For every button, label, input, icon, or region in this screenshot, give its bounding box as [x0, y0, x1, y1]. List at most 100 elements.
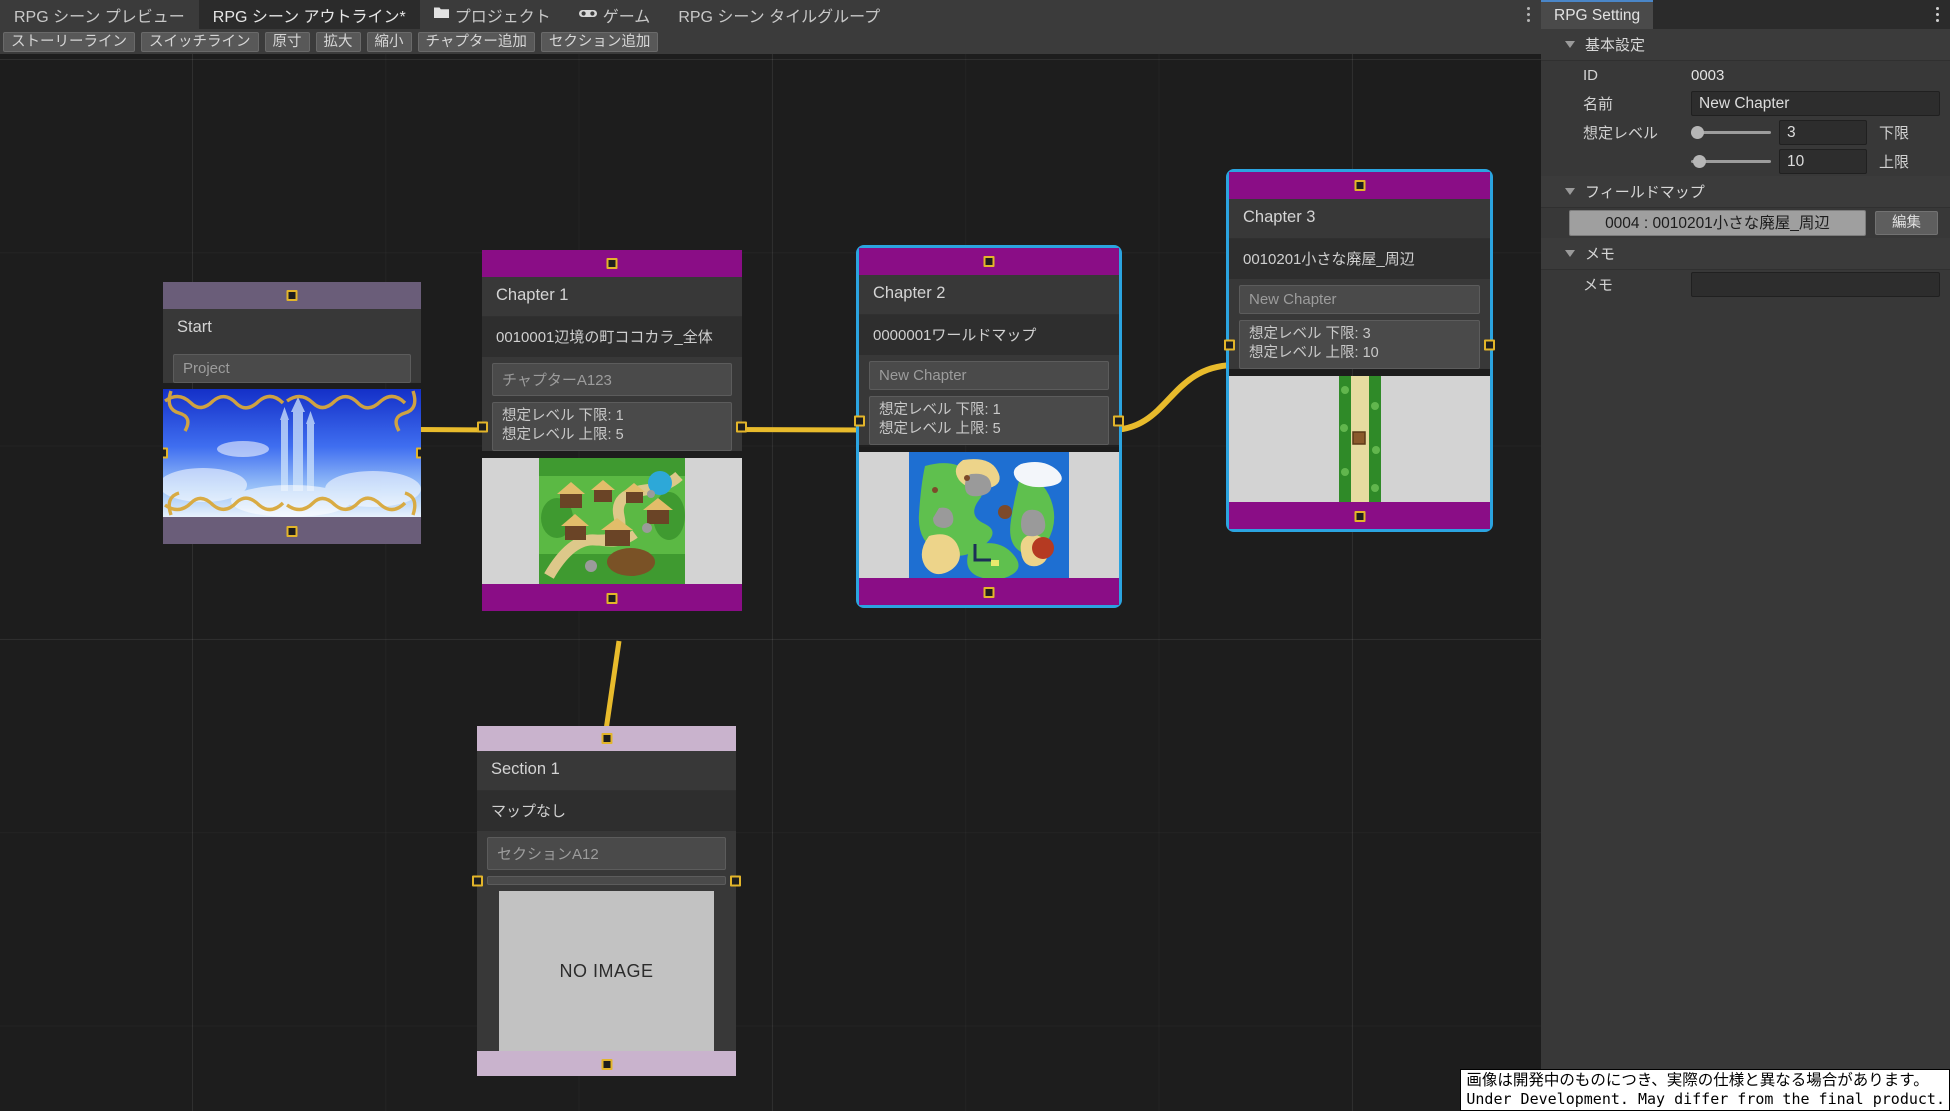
id-label: ID — [1583, 66, 1598, 84]
tabbar-spacer — [894, 0, 1515, 29]
port-bottom[interactable] — [983, 587, 995, 599]
port-right[interactable] — [1484, 339, 1495, 351]
tab-project[interactable]: プロジェクト — [420, 0, 565, 29]
tab-label: RPG シーン タイルグループ — [678, 8, 881, 26]
chevron-down-icon[interactable] — [1565, 41, 1575, 48]
node-chapter-2[interactable]: Chapter 2 0000001ワールドマップ New Chapter 想定レ… — [854, 244, 1124, 609]
chevron-down-icon[interactable] — [1565, 250, 1575, 257]
port-right[interactable] — [736, 421, 747, 433]
section-header-basic-settings[interactable]: 基本設定 — [1541, 29, 1950, 61]
node-section-1-header[interactable] — [477, 726, 736, 751]
port-bottom[interactable] — [601, 1059, 612, 1070]
node-chapter-1[interactable]: Chapter 1 0010001辺境の町ココカラ_全体 チャプターA123 想… — [477, 250, 747, 612]
node-level-upper: 想定レベル 上限: 5 — [879, 421, 1001, 438]
edit-button[interactable]: 編集 — [1875, 211, 1938, 235]
port-left[interactable] — [477, 421, 488, 433]
tab-label: RPG シーン アウトライン* — [212, 8, 406, 26]
port-top[interactable] — [1354, 180, 1365, 191]
node-start-footer[interactable] — [163, 517, 421, 544]
node-preview-image — [482, 458, 742, 585]
node-chapter-3-header[interactable] — [1229, 172, 1490, 199]
node-chapter-2-footer[interactable] — [859, 578, 1119, 606]
notice-line-jp: 画像は開発中のものにつき、実際の仕様と異なる場合があります。 — [1466, 1071, 1929, 1090]
slider-knob[interactable] — [1691, 126, 1704, 139]
storyline-button[interactable]: ストーリーライン — [3, 31, 135, 52]
zoom-in-button[interactable]: 拡大 — [315, 31, 361, 52]
node-chapter-3-footer[interactable] — [1229, 502, 1490, 530]
tab-rpg-scene-preview[interactable]: RPG シーン プレビュー — [0, 0, 199, 29]
memo-input[interactable] — [1691, 272, 1940, 297]
node-preview-image: NO IMAGE — [499, 891, 714, 1051]
node-level-upper: 想定レベル 上限: 5 — [502, 427, 624, 444]
port-left[interactable] — [854, 415, 865, 427]
node-name-field[interactable]: New Chapter — [869, 361, 1109, 390]
node-section-1-body: Section 1 マップなし セクションA12 NO IMAGE — [472, 751, 741, 1051]
port-right[interactable] — [416, 447, 421, 459]
node-map-name: 0000001ワールドマップ — [859, 314, 1119, 355]
editor-tab-bar: RPG シーン プレビュー RPG シーン アウトライン* プロジェクト ゲーム… — [0, 0, 1541, 29]
level-lower-slider[interactable] — [1691, 126, 1771, 139]
graph-canvas[interactable]: Start Project Chapter 1 0010001辺境の町ココカラ_… — [0, 54, 1541, 1111]
node-start-body: Start Project — [163, 309, 421, 383]
node-chapter-1-footer[interactable] — [482, 584, 742, 612]
node-level-lower: 想定レベル 下限: 1 — [879, 402, 1001, 418]
slider-knob[interactable] — [1693, 155, 1706, 168]
port-right[interactable] — [1113, 415, 1124, 427]
zoom-out-button[interactable]: 縮小 — [366, 31, 412, 52]
tab-rpg-setting[interactable]: RPG Setting — [1541, 0, 1654, 29]
port-top[interactable] — [983, 256, 995, 267]
more-options-icon[interactable] — [1924, 0, 1950, 29]
node-preview-image — [859, 452, 1119, 579]
port-bottom[interactable] — [606, 593, 618, 605]
node-project-field[interactable]: Project — [173, 354, 411, 383]
switchline-button[interactable]: スイッチライン — [141, 31, 259, 52]
field-map-selector[interactable]: 0004 : 0010201小さな廃屋_周辺 — [1569, 210, 1866, 236]
tab-game[interactable]: ゲーム — [565, 0, 665, 29]
level-lower-input[interactable]: 3 — [1779, 120, 1867, 145]
node-section-1-footer[interactable] — [477, 1051, 736, 1076]
port-top[interactable] — [606, 258, 618, 269]
port-left[interactable] — [163, 447, 168, 459]
more-options-icon[interactable] — [1515, 0, 1541, 29]
level-upper-unit: 上限 — [1879, 154, 1910, 171]
rpg-setting-inspector: RPG Setting 基本設定 ID 0003 名前 New Chapter … — [1541, 0, 1950, 1111]
port-bottom[interactable] — [1354, 511, 1365, 523]
port-right[interactable] — [730, 875, 741, 886]
port-left[interactable] — [472, 875, 483, 886]
level-upper-input[interactable]: 10 — [1779, 149, 1867, 174]
add-chapter-button[interactable]: チャプター追加 — [417, 31, 535, 52]
port-top[interactable] — [286, 290, 298, 301]
folder-icon — [433, 6, 449, 24]
section-header-field-map[interactable]: フィールドマップ — [1541, 176, 1950, 208]
actual-size-button[interactable]: 原寸 — [264, 31, 310, 52]
node-chapter-2-header[interactable] — [859, 248, 1119, 275]
application-window: RPG シーン プレビュー RPG シーン アウトライン* プロジェクト ゲーム… — [0, 0, 1950, 1111]
node-chapter-1-header[interactable] — [482, 250, 742, 277]
node-level-lower: 想定レベル 下限: 3 — [1249, 326, 1371, 342]
node-chapter-3[interactable]: Chapter 3 0010201小さな廃屋_周辺 New Chapter 想定… — [1224, 168, 1495, 533]
add-section-button[interactable]: セクション追加 — [540, 31, 659, 52]
node-map-name: 0010201小さな廃屋_周辺 — [1229, 238, 1490, 279]
node-level-range: 想定レベル 下限: 1 想定レベル 上限: 5 — [477, 402, 747, 452]
node-name-field[interactable]: チャプターA123 — [492, 363, 732, 396]
section-header-memo[interactable]: メモ — [1541, 238, 1950, 270]
node-start[interactable]: Start Project — [163, 282, 421, 544]
tab-rpg-scene-tilegroup[interactable]: RPG シーン タイルグループ — [664, 0, 894, 29]
port-top[interactable] — [601, 733, 612, 744]
level-lower-unit: 下限 — [1879, 125, 1910, 142]
port-left[interactable] — [1224, 339, 1235, 351]
row-memo: メモ — [1541, 270, 1950, 299]
chevron-down-icon[interactable] — [1565, 188, 1575, 195]
tab-rpg-scene-outline[interactable]: RPG シーン アウトライン* — [198, 0, 420, 29]
node-start-header[interactable] — [163, 282, 421, 309]
level-upper-slider[interactable] — [1691, 155, 1771, 168]
node-name-field[interactable]: セクションA12 — [487, 837, 726, 870]
node-name-field[interactable]: New Chapter — [1239, 285, 1480, 314]
node-empty-strip — [472, 875, 741, 886]
node-chapter-2-body: Chapter 2 0000001ワールドマップ New Chapter 想定レ… — [854, 275, 1124, 446]
name-input[interactable]: New Chapter — [1691, 91, 1940, 116]
no-image-label: NO IMAGE — [559, 960, 654, 981]
node-section-1[interactable]: Section 1 マップなし セクションA12 NO IMAGE — [472, 726, 741, 1076]
tab-label: RPG シーン プレビュー — [14, 8, 185, 26]
port-bottom[interactable] — [286, 526, 298, 537]
